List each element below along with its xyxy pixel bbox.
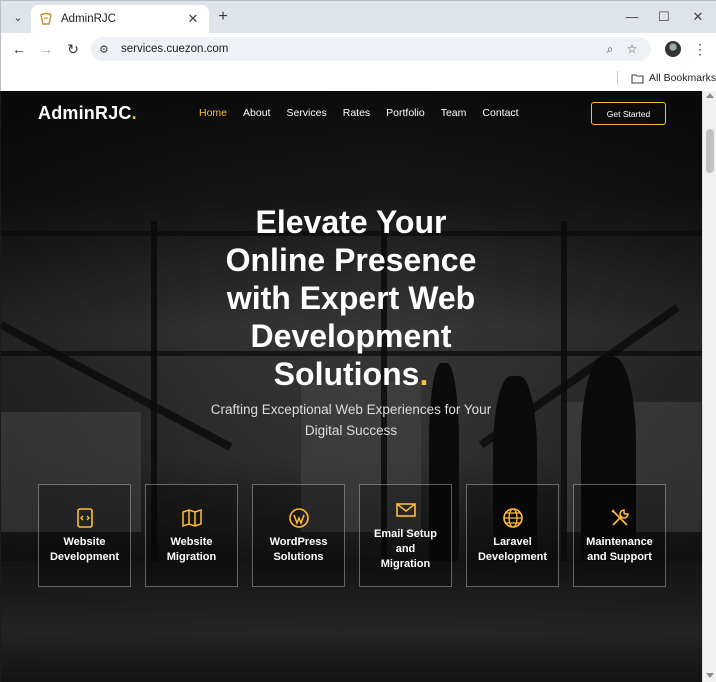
service-label: Email Setup and Migration	[374, 528, 437, 570]
hero-title-line: with Expert Web	[226, 280, 476, 316]
address-bar[interactable]: ⚙ services.cuezon.com ⌕ ☆	[91, 37, 651, 61]
browser-chrome: ⌄ AdminRJC ✕ + — ☐ ✕ ← → ↻ ⚙ services.cu…	[0, 0, 716, 92]
globe-icon	[502, 507, 523, 528]
site-info-icon[interactable]: ⚙	[99, 43, 115, 56]
hero-title-dot: .	[419, 356, 429, 392]
hero-title-line: Development	[250, 318, 452, 354]
nav-portfolio[interactable]: Portfolio	[386, 107, 425, 119]
maximize-icon[interactable]: ☐	[649, 7, 679, 27]
scroll-up-arrow-icon[interactable]	[706, 93, 714, 98]
star-bookmark-icon[interactable]: ☆	[621, 42, 643, 56]
url-text[interactable]: services.cuezon.com	[121, 43, 599, 55]
close-window-icon[interactable]: ✕	[683, 7, 713, 27]
tab-strip: ⌄ AdminRJC ✕ + — ☐ ✕	[1, 1, 716, 33]
tab-title: AdminRJC	[61, 13, 116, 25]
back-arrow-icon[interactable]: ←	[9, 39, 29, 59]
service-card-maintenance-support[interactable]: Maintenance and Support	[573, 484, 666, 587]
hero-subtitle: Crafting Exceptional Web Experiences for…	[210, 402, 492, 438]
hero-title-line: Solutions.	[151, 355, 551, 393]
service-label: Maintenance and Support	[586, 535, 653, 563]
browser-tab[interactable]: AdminRJC ✕	[31, 5, 209, 33]
service-label: Website Migration	[166, 535, 217, 563]
logo-text: AdminRJC	[38, 103, 132, 123]
tools-icon	[610, 508, 629, 526]
scroll-down-arrow-icon[interactable]	[706, 673, 714, 678]
service-label: Laravel Development	[477, 535, 548, 563]
all-bookmarks-label: All Bookmarks	[649, 72, 716, 84]
site-favicon-icon	[40, 12, 52, 25]
new-tab-button[interactable]: +	[214, 8, 232, 26]
nav-team[interactable]: Team	[441, 107, 467, 119]
service-label: WordPress Solutions	[269, 535, 328, 563]
main-nav: Home About Services Rates Portfolio Team…	[199, 107, 519, 119]
nav-home[interactable]: Home	[199, 107, 227, 119]
logo-dot: .	[131, 103, 137, 123]
service-card-wordpress-solutions[interactable]: WordPress Solutions	[252, 484, 345, 587]
nav-rates[interactable]: Rates	[343, 107, 370, 119]
service-card-website-development[interactable]: Website Development	[38, 484, 131, 587]
services-cards: Website Development Website Migration Wo…	[38, 484, 666, 587]
nav-services[interactable]: Services	[286, 107, 326, 119]
chevron-down-icon: ⌄	[13, 11, 23, 24]
map-icon	[181, 508, 202, 527]
hero-title-last-word: Solutions	[273, 356, 420, 392]
code-file-icon	[76, 507, 93, 528]
bookmarks-separator	[617, 71, 618, 85]
envelope-icon	[395, 503, 416, 517]
tab-search-button[interactable]: ⌄	[8, 8, 28, 26]
hero-title: Elevate Your Online Presence with Expert…	[151, 203, 551, 393]
all-bookmarks-button[interactable]: All Bookmarks	[631, 70, 716, 86]
get-started-button[interactable]: Get Started	[591, 102, 666, 125]
service-label: Website Development	[49, 535, 120, 563]
browser-toolbar: ← → ↻ ⚙ services.cuezon.com ⌕ ☆ ⋮	[1, 33, 716, 65]
service-card-email-setup[interactable]: Email Setup and Migration	[359, 484, 452, 587]
hero-title-line: Online Presence	[225, 242, 477, 278]
nav-contact[interactable]: Contact	[482, 107, 518, 119]
nav-about[interactable]: About	[243, 107, 270, 119]
page-scrollbar[interactable]	[702, 91, 716, 682]
web-page: AdminRJC. Home About Services Rates Port…	[1, 91, 702, 682]
forward-arrow-icon[interactable]: →	[36, 39, 56, 59]
close-tab-icon[interactable]: ✕	[185, 11, 201, 27]
browser-menu-icon[interactable]: ⋮	[693, 39, 707, 59]
service-card-website-migration[interactable]: Website Migration	[145, 484, 238, 587]
profile-avatar[interactable]	[665, 41, 681, 57]
hero-title-line: Elevate Your	[255, 204, 447, 240]
site-logo[interactable]: AdminRJC.	[38, 103, 137, 124]
minimize-icon[interactable]: —	[617, 7, 647, 27]
folder-icon	[631, 73, 644, 84]
zoom-icon[interactable]: ⌕	[599, 42, 621, 57]
bookmarks-bar: All Bookmarks	[1, 65, 716, 92]
reload-icon[interactable]: ↻	[63, 39, 83, 59]
service-card-laravel-development[interactable]: Laravel Development	[466, 484, 559, 587]
scrollbar-thumb[interactable]	[706, 129, 714, 173]
wordpress-icon	[288, 507, 309, 528]
